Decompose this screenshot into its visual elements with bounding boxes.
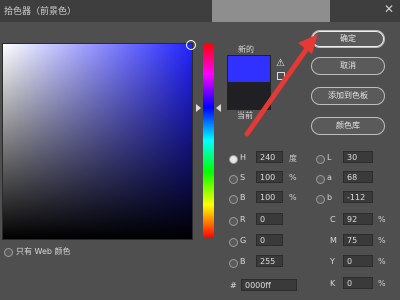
- annotation-arrow: [244, 34, 318, 137]
